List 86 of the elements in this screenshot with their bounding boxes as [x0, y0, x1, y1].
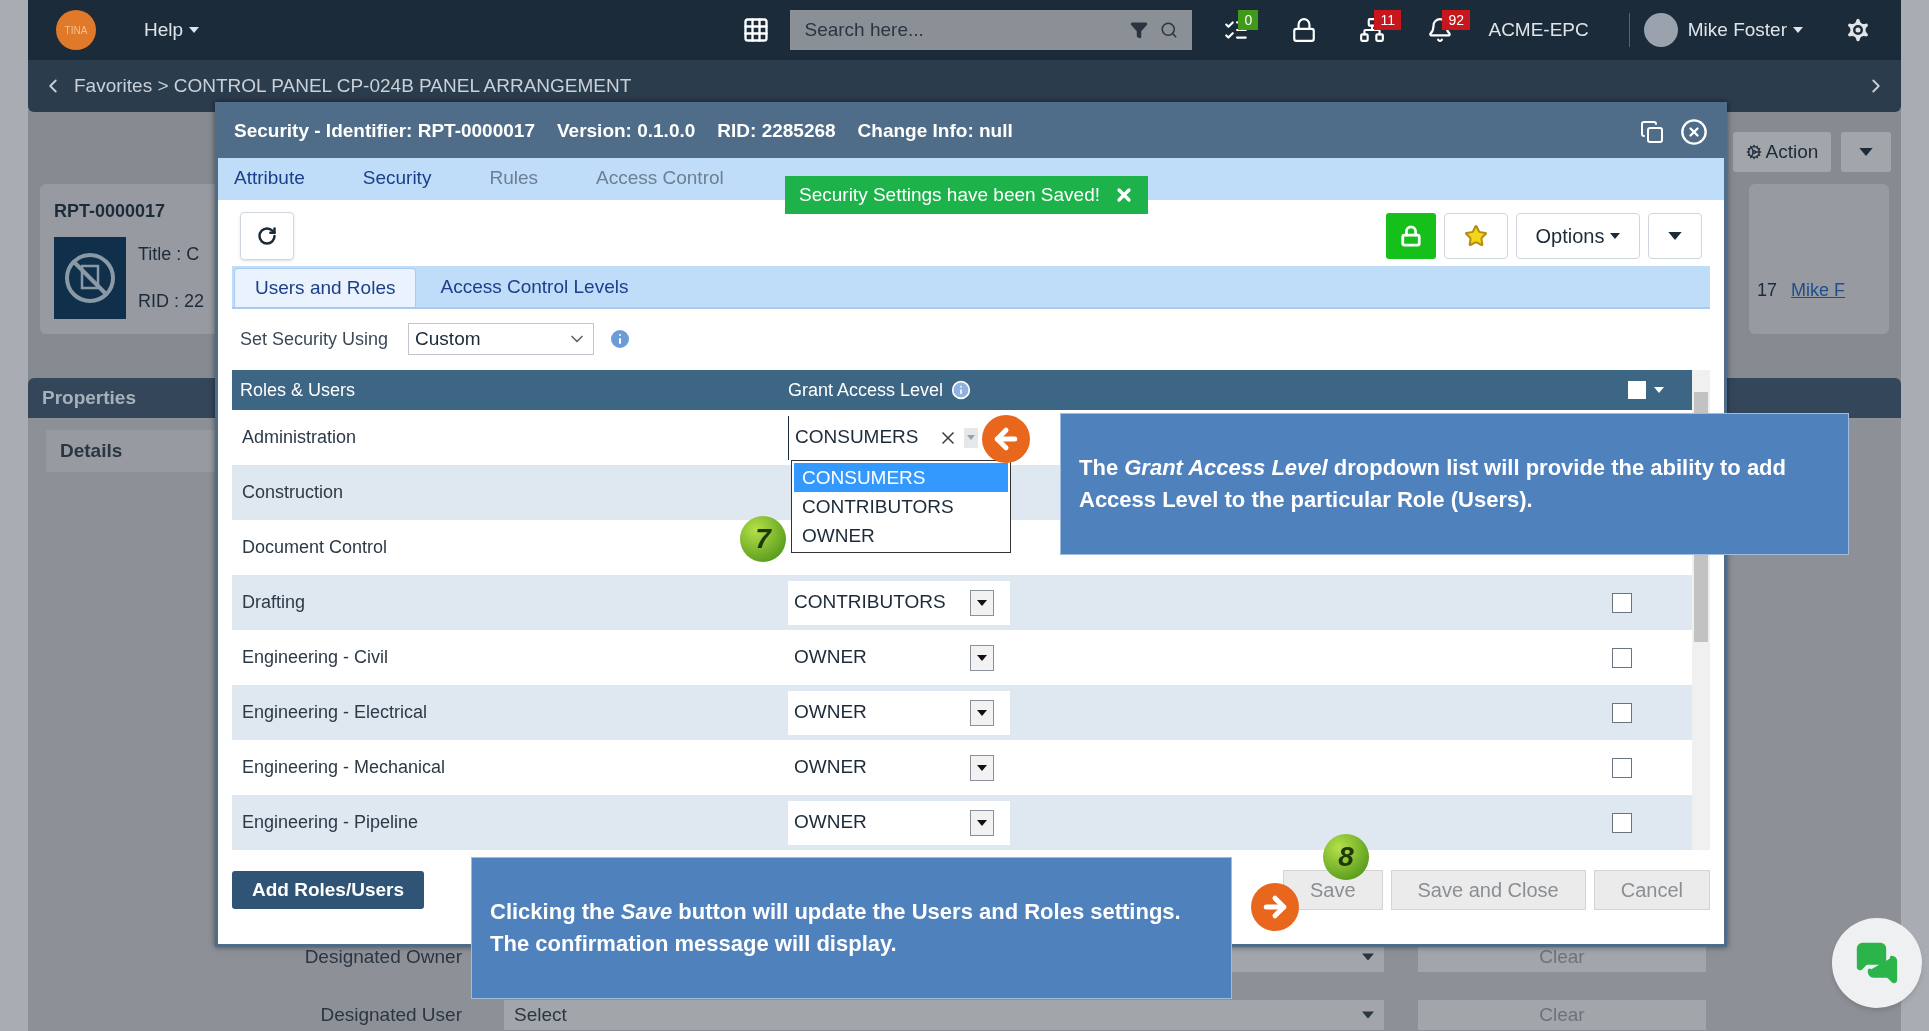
- count-badge: 11: [1374, 10, 1401, 30]
- dropdown-option[interactable]: OWNER: [794, 521, 1008, 550]
- callout-text: The Grant Access Level dropdown list will provide the ability to add Access Level to the particular Role (Users).: [1079, 454, 1787, 514]
- role-name: Engineering - Mechanical: [242, 757, 446, 777]
- star-icon: [1464, 224, 1488, 248]
- role-name: Construction: [242, 482, 344, 502]
- close-icon[interactable]: [1680, 117, 1708, 146]
- action-button[interactable]: Action: [1733, 132, 1831, 172]
- rid-label: RID : 22: [138, 290, 205, 313]
- row-checkbox[interactable]: [1612, 702, 1632, 723]
- caret-icon: [1793, 27, 1803, 33]
- caret-icon: [189, 27, 200, 33]
- count-badge: 92: [1442, 10, 1471, 30]
- breadcrumb[interactable]: Favorites > CONTROL PANEL CP-024B PANEL ARRANGEMENT: [74, 71, 632, 101]
- count-badge: 0: [1238, 10, 1259, 30]
- user-menu[interactable]: Mike Foster: [1687, 15, 1803, 45]
- dialog-title: Change Info: null: [857, 119, 1013, 144]
- info-icon[interactable]: [951, 380, 972, 400]
- field-label: Designated User: [320, 1002, 462, 1027]
- callout-text: Clicking the Save button will update the Users and Roles settings. The confirmation message will display.: [490, 898, 1182, 958]
- access-level-select[interactable]: OWNER: [788, 690, 1010, 735]
- caret-icon: [1654, 387, 1664, 393]
- options-button[interactable]: Options: [1516, 213, 1640, 259]
- dropdown-button[interactable]: [1648, 213, 1702, 259]
- refresh-button[interactable]: [240, 212, 294, 260]
- sub-tab[interactable]: Users and Roles: [234, 268, 417, 307]
- filter-icon[interactable]: [1130, 21, 1149, 39]
- dialog-title: Version: 0.1.0.0: [556, 119, 696, 144]
- favorite-button[interactable]: [1444, 213, 1508, 259]
- refresh-icon: [257, 226, 277, 246]
- properties-title: Properties: [42, 385, 136, 410]
- chat-icon: [1855, 941, 1899, 985]
- field-label: Set Security Using: [240, 327, 389, 351]
- caret-icon: [967, 435, 975, 440]
- add-roles-button[interactable]: Add Roles/Users: [232, 871, 424, 909]
- role-name: Document Control: [242, 537, 388, 557]
- record-id: RPT-0000017: [54, 200, 167, 223]
- caret-icon: [977, 654, 987, 661]
- column-header: Roles & Users: [239, 378, 357, 402]
- caret-icon: [1362, 1011, 1374, 1019]
- field-label: Designated Owner: [304, 944, 462, 969]
- tab[interactable]: Security: [362, 163, 432, 192]
- select-all-checkbox[interactable]: [1628, 381, 1646, 399]
- caret-icon: [977, 764, 987, 771]
- search-input[interactable]: Search here...: [804, 15, 1131, 45]
- role-name: Engineering - Civil: [242, 647, 389, 667]
- apps-grid-icon[interactable]: [742, 16, 771, 44]
- role-name: Engineering - Electrical: [242, 702, 428, 722]
- title-label: Title : C: [138, 243, 201, 266]
- caret-icon: [1668, 232, 1682, 240]
- select-field[interactable]: Select: [504, 1000, 1384, 1030]
- column-header: Grant Access Level: [788, 378, 944, 402]
- saved-toast: Security Settings have been Saved!: [785, 176, 1149, 214]
- restore-icon[interactable]: [1640, 119, 1664, 144]
- access-level-select[interactable]: OWNER: [788, 800, 1010, 845]
- row-checkbox[interactable]: [1612, 757, 1632, 778]
- gear-icon: [1745, 144, 1762, 160]
- security-select[interactable]: Custom: [408, 323, 595, 355]
- company-name[interactable]: ACME-EPC: [1488, 15, 1589, 45]
- access-level-select[interactable]: CONTRIBUTORS: [788, 580, 1010, 625]
- dropdown-option[interactable]: CONTRIBUTORS: [794, 492, 1008, 521]
- dialog-title: Security - Identifier: RPT-0000017: [234, 119, 535, 144]
- tab[interactable]: Attribute: [234, 163, 305, 192]
- role-name: Engineering - Pipeline: [242, 812, 419, 832]
- lock-icon: [1400, 225, 1422, 247]
- row-checkbox[interactable]: [1612, 592, 1632, 613]
- row-checkbox[interactable]: [1612, 812, 1632, 833]
- role-name: Drafting: [242, 592, 306, 612]
- caret-icon: [1362, 953, 1374, 961]
- dialog-title: RID: 2285268: [717, 119, 836, 144]
- lock-icon[interactable]: [1291, 17, 1318, 43]
- caret-icon: [977, 599, 987, 606]
- caret-icon: [1859, 148, 1873, 156]
- dropdown-button[interactable]: [1841, 132, 1891, 172]
- access-level-input[interactable]: CONSUMERS: [788, 415, 978, 460]
- caret-icon: [1610, 233, 1621, 239]
- search-icon[interactable]: [1160, 21, 1179, 39]
- search-field[interactable]: Search here...: [790, 10, 1193, 50]
- caret-icon: [977, 819, 987, 826]
- caret-icon: [977, 709, 987, 716]
- help-menu[interactable]: Help: [144, 15, 200, 45]
- avatar[interactable]: [1643, 13, 1678, 47]
- sub-tab[interactable]: Access Control Levels: [420, 268, 649, 307]
- row-checkbox[interactable]: [1612, 647, 1632, 668]
- document-icon: [54, 237, 126, 319]
- date-text: 17: [1757, 279, 1778, 302]
